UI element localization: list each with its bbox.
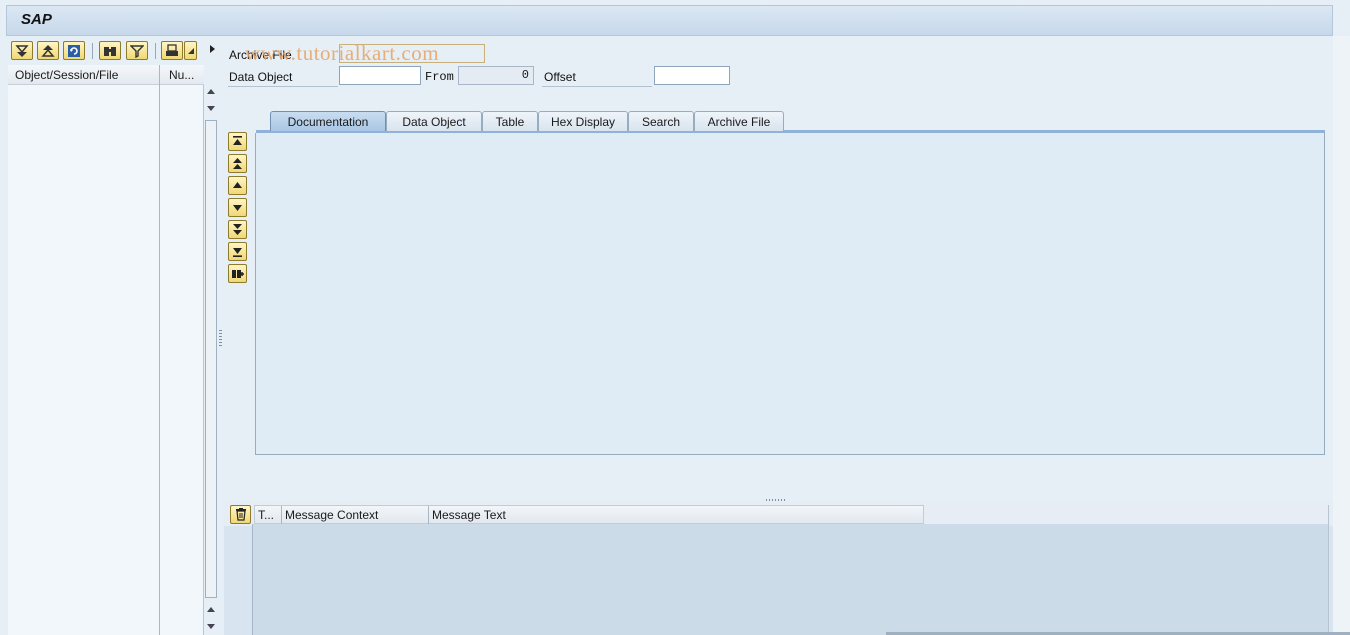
scroll-up-icon[interactable] <box>207 607 215 612</box>
first-page-button[interactable] <box>228 132 247 151</box>
tab-archive-file[interactable]: Archive File <box>694 111 784 131</box>
tree-scrollbar[interactable] <box>204 85 218 635</box>
scroll-track[interactable] <box>205 120 217 598</box>
last-page-button[interactable] <box>228 242 247 261</box>
scroll-up-icon[interactable] <box>207 89 215 94</box>
offset-label: Offset <box>544 70 576 84</box>
dropdown-arrow-icon <box>187 47 194 54</box>
toolbar-more-icon[interactable] <box>210 45 215 53</box>
watermark: www.tutorialkart.com <box>245 41 440 65</box>
label-underline <box>542 86 652 87</box>
filter-icon <box>130 44 144 58</box>
next-page-fast-icon <box>233 224 242 235</box>
previous-page-icon <box>233 182 242 188</box>
tab-search[interactable]: Search <box>628 111 694 131</box>
filter-button[interactable] <box>126 41 148 60</box>
data-object-input[interactable] <box>339 66 421 85</box>
find-next-icon <box>232 270 244 278</box>
column-number[interactable]: Nu... <box>169 68 194 82</box>
column-separator <box>281 506 282 524</box>
trash-icon <box>235 508 246 521</box>
first-page-icon <box>233 136 242 145</box>
next-page-icon <box>233 205 242 211</box>
tab-data-object[interactable]: Data Object <box>386 111 482 131</box>
title-bar: SAP <box>6 5 1333 36</box>
from-label: From <box>425 70 454 84</box>
message-grid-header: T... Message Context Message Text <box>254 505 924 524</box>
message-frame-edge <box>1328 505 1329 635</box>
previous-page-button[interactable] <box>228 176 247 195</box>
column-type[interactable]: T... <box>258 508 274 522</box>
column-message-context[interactable]: Message Context <box>285 508 378 522</box>
from-input[interactable]: 0 <box>458 66 534 85</box>
find-icon <box>104 46 116 56</box>
column-message-text[interactable]: Message Text <box>432 508 506 522</box>
next-page-fast-button[interactable] <box>228 220 247 239</box>
message-grid[interactable] <box>252 524 1329 635</box>
collapse-all-icon <box>41 44 55 57</box>
tab-hex-display[interactable]: Hex Display <box>538 111 628 131</box>
find-next-button[interactable] <box>228 264 247 283</box>
data-object-label: Data Object <box>229 70 293 84</box>
column-divider <box>159 65 160 635</box>
find-button[interactable] <box>99 41 121 60</box>
object-tree[interactable]: Object/Session/File Nu... <box>8 65 204 635</box>
print-button[interactable] <box>161 41 183 60</box>
previous-page-fast-button[interactable] <box>228 154 247 173</box>
scroll-down-icon[interactable] <box>207 106 215 111</box>
print-icon <box>166 43 178 56</box>
tab-table[interactable]: Table <box>482 111 538 131</box>
toolbar-separator <box>155 43 156 59</box>
offset-input[interactable] <box>654 66 730 85</box>
column-object-session-file[interactable]: Object/Session/File <box>15 68 118 82</box>
next-page-button[interactable] <box>228 198 247 217</box>
message-area: T... Message Context Message Text <box>224 501 1333 635</box>
vertical-splitter[interactable] <box>219 330 222 346</box>
left-pane: Object/Session/File Nu... <box>8 38 220 635</box>
expand-all-button[interactable] <box>11 41 33 60</box>
previous-page-fast-icon <box>233 158 242 169</box>
left-toolbar <box>8 38 220 64</box>
window-title: SAP <box>21 11 52 28</box>
window-right-edge <box>1333 36 1350 635</box>
toolbar-separator <box>92 43 93 59</box>
print-options-dropdown[interactable] <box>184 41 197 60</box>
refresh-button[interactable] <box>63 41 85 60</box>
delete-messages-button[interactable] <box>230 505 251 524</box>
refresh-icon <box>68 44 80 57</box>
scroll-down-icon[interactable] <box>207 624 215 629</box>
last-page-icon <box>233 248 242 257</box>
documentation-panel <box>255 133 1325 455</box>
label-underline <box>228 86 338 87</box>
sap-window: SAP Object/Session/File Nu... Archive Fi… <box>0 0 1350 635</box>
expand-all-icon <box>15 44 29 57</box>
collapse-all-button[interactable] <box>37 41 59 60</box>
tab-documentation[interactable]: Documentation <box>270 111 386 131</box>
tree-header: Object/Session/File Nu... <box>8 65 204 85</box>
column-separator <box>428 506 429 524</box>
